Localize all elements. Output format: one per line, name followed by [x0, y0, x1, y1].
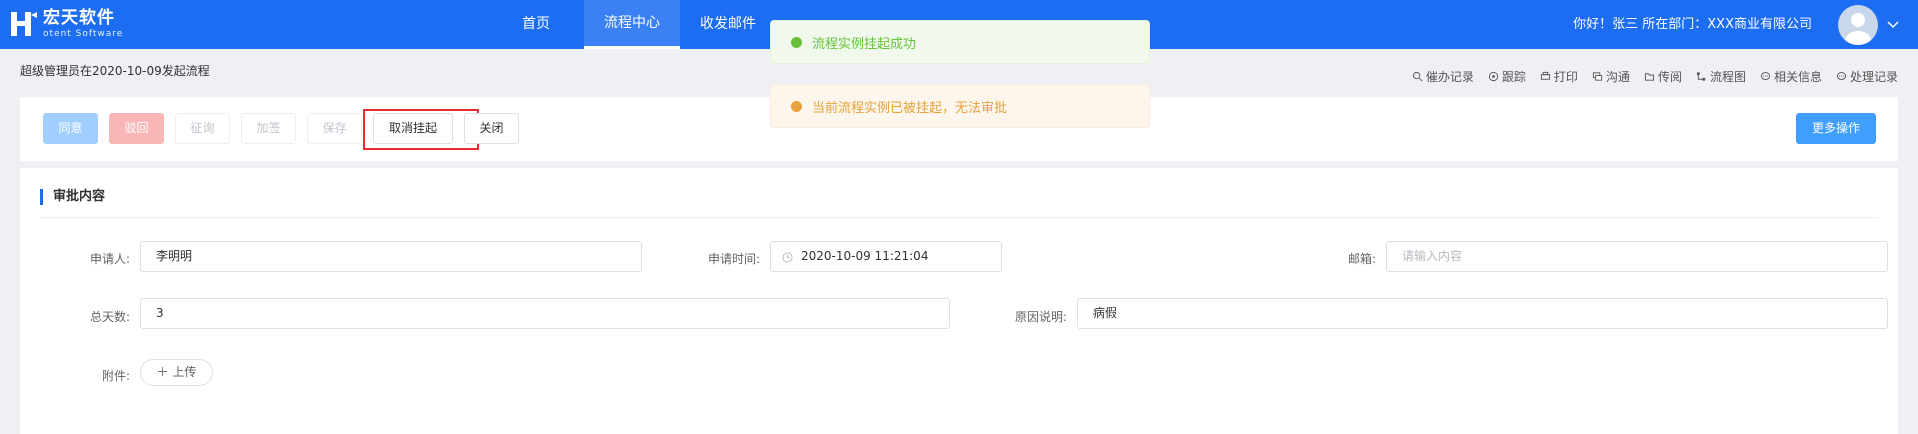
user-avatar-icon — [1845, 13, 1871, 45]
section-title: 审批内容 — [40, 189, 105, 205]
warning-toast-text: 当前流程实例已被挂起，无法审批 — [812, 100, 1008, 116]
action-related-info[interactable]: 相关信息 — [1760, 68, 1822, 85]
clock-icon — [782, 252, 793, 263]
more-actions-button[interactable]: 更多操作 — [1796, 113, 1876, 144]
track-icon — [1488, 71, 1498, 82]
flow-actions: 催办记录 跟踪 打印 沟通 传阅 流程图 相关信息 处理记录 — [1412, 68, 1898, 85]
action-urge-record[interactable]: 催办记录 — [1412, 68, 1474, 85]
total-days-label: 总天数: — [89, 310, 130, 324]
applicant-label: 申请人: — [89, 252, 130, 266]
approval-form-card: 审批内容 申请人: 李明明 申请时间: 2020-10-09 11:21:04 … — [20, 168, 1898, 434]
action-print[interactable]: 打印 — [1540, 68, 1578, 85]
avatar[interactable] — [1838, 5, 1878, 45]
action-communicate[interactable]: 沟通 — [1592, 68, 1630, 85]
success-toast: 流程实例挂起成功 — [770, 20, 1150, 64]
action-label: 跟踪 — [1501, 70, 1526, 84]
action-circulate[interactable]: 传阅 — [1644, 68, 1682, 85]
reason-label: 原因说明: — [1014, 310, 1067, 324]
apply-time-field[interactable]: 2020-10-09 11:21:04 — [770, 241, 1002, 272]
success-toast-text: 流程实例挂起成功 — [812, 36, 917, 52]
agree-button[interactable]: 同意 — [43, 113, 98, 144]
applicant-field[interactable]: 李明明 — [140, 241, 642, 272]
warning-alert-icon — [791, 100, 802, 112]
search-icon — [1412, 71, 1423, 82]
nav-item-process-center[interactable]: 流程中心 — [584, 0, 680, 49]
action-flowchart[interactable]: 流程图 — [1696, 68, 1746, 85]
folder-icon — [1644, 73, 1655, 81]
save-button[interactable]: 保存 — [307, 113, 362, 144]
brand-tagline: otent Software — [43, 28, 124, 39]
info-icon — [1760, 72, 1771, 80]
nav-item-mail[interactable]: 收发邮件 — [680, 0, 776, 49]
reject-button[interactable]: 驳回 — [109, 113, 164, 144]
apply-time-value: 2020-10-09 11:21:04 — [801, 249, 929, 263]
flowchart-icon — [1696, 72, 1706, 81]
apply-time-label: 申请时间: — [707, 252, 760, 266]
cosign-button[interactable]: 加签 — [241, 113, 296, 144]
brand-logo[interactable]: 宏天软件 otent Software — [9, 8, 123, 40]
warning-toast: 当前流程实例已被挂起，无法审批 — [770, 84, 1150, 128]
user-greeting: 你好！张三 所在部门：XXX商业有限公司 — [1573, 17, 1812, 32]
print-icon — [1540, 71, 1550, 80]
close-button[interactable]: 关闭 — [464, 113, 519, 144]
email-field[interactable]: 请输入内容 — [1386, 241, 1888, 272]
upload-label: 上传 — [172, 365, 197, 379]
main-nav: 首页 流程中心 收发邮件 — [488, 0, 776, 49]
action-track[interactable]: 跟踪 — [1488, 68, 1526, 85]
action-label: 流程图 — [1709, 70, 1746, 84]
section-divider — [40, 217, 1878, 218]
reason-field[interactable]: 病假 — [1077, 298, 1888, 329]
action-label: 催办记录 — [1425, 70, 1474, 84]
chevron-down-icon[interactable] — [1886, 19, 1900, 31]
plus-icon: ＋ — [156, 365, 169, 379]
record-icon — [1836, 72, 1847, 80]
consult-button[interactable]: 征询 — [175, 113, 230, 144]
flow-title: 超级管理员在2020-10-09发起流程 — [20, 64, 210, 78]
nav-item-home[interactable]: 首页 — [488, 0, 584, 49]
action-label: 处理记录 — [1849, 70, 1898, 84]
total-days-field[interactable]: 3 — [140, 298, 950, 329]
action-process-record[interactable]: 处理记录 — [1836, 68, 1898, 85]
brand-name: 宏天软件 — [43, 7, 115, 28]
email-label: 邮箱: — [1347, 252, 1376, 266]
upload-button[interactable]: ＋ 上传 — [140, 359, 213, 386]
attachment-label: 附件: — [101, 369, 130, 383]
logo-icon — [11, 12, 37, 36]
success-check-icon — [791, 36, 802, 48]
action-label: 相关信息 — [1773, 70, 1822, 84]
action-label: 沟通 — [1605, 70, 1630, 84]
action-label: 打印 — [1553, 70, 1578, 84]
cancel-suspend-button[interactable]: 取消挂起 — [373, 113, 453, 144]
action-label: 传阅 — [1657, 70, 1682, 84]
chat-icon — [1592, 72, 1603, 81]
